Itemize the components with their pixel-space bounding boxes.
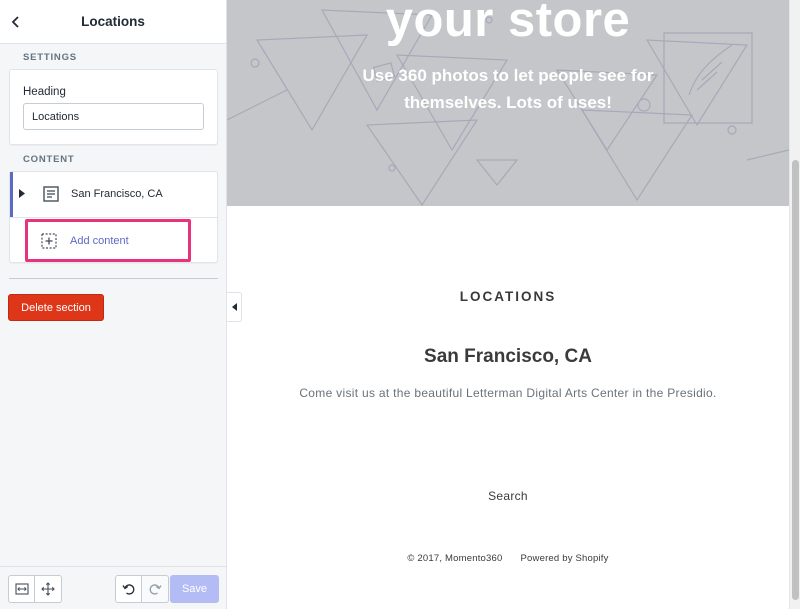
caret-left-icon: [231, 303, 237, 311]
hero-title: your store: [385, 0, 631, 47]
settings-card: Heading: [9, 69, 218, 145]
chevron-left-icon: [11, 16, 19, 28]
settings-section-label: SETTINGS: [23, 52, 77, 63]
resize-horizontal-icon: [14, 583, 29, 595]
location-name: San Francisco, CA: [424, 346, 592, 367]
history-tools: [115, 575, 169, 603]
document-icon: [43, 186, 59, 202]
back-button[interactable]: [6, 11, 26, 33]
content-section-label: CONTENT: [23, 154, 75, 165]
undo-icon: [121, 584, 134, 595]
block-item-label: San Francisco, CA: [71, 188, 163, 200]
section-divider: [9, 278, 218, 279]
add-dashed-icon: [41, 233, 57, 249]
layout-tools: [8, 575, 62, 603]
collapse-sidebar-button[interactable]: [227, 292, 242, 322]
heading-field-label: Heading: [23, 86, 66, 98]
content-card: San Francisco, CA Add content: [9, 171, 218, 263]
footer-copyright: © 2017, Momento360 Powered by Shopify: [227, 553, 789, 564]
save-button[interactable]: Save: [170, 575, 219, 603]
hero-subtitle: Use 360 photos to let people see for the…: [362, 66, 654, 112]
sidebar-title: Locations: [81, 14, 145, 29]
sidebar-header: Locations: [0, 0, 226, 44]
sidebar-footer: Save: [0, 566, 226, 609]
copyright-text: © 2017, Momento360: [407, 553, 503, 564]
block-item-san-francisco[interactable]: San Francisco, CA: [10, 172, 217, 217]
caret-right-icon[interactable]: [19, 189, 25, 198]
scrollbar-thumb[interactable]: [792, 160, 799, 600]
undo-button[interactable]: [115, 575, 142, 603]
redo-icon: [149, 584, 162, 595]
footer-search-link[interactable]: Search: [227, 489, 789, 503]
add-content-label: Add content: [70, 235, 129, 247]
store-preview: your store Use 360 photos to let people …: [227, 0, 800, 609]
locations-heading: LOCATIONS: [459, 289, 557, 304]
move-icon: [41, 582, 55, 596]
heading-input[interactable]: [23, 103, 204, 130]
add-content-button[interactable]: Add content: [10, 218, 217, 262]
location-description: Come visit us at the beautiful Letterman…: [299, 386, 717, 400]
preview-scrollbar[interactable]: [789, 0, 800, 609]
resize-button[interactable]: [8, 575, 35, 603]
hero-banner: your store Use 360 photos to let people …: [227, 0, 789, 206]
move-button[interactable]: [35, 575, 62, 603]
powered-by-link[interactable]: Powered by Shopify: [521, 553, 609, 564]
footer-search-label[interactable]: Search: [488, 489, 528, 503]
redo-button[interactable]: [142, 575, 169, 603]
theme-editor-sidebar: Locations SETTINGS Heading CONTENT San F…: [0, 0, 227, 609]
delete-section-button[interactable]: Delete section: [8, 294, 104, 321]
